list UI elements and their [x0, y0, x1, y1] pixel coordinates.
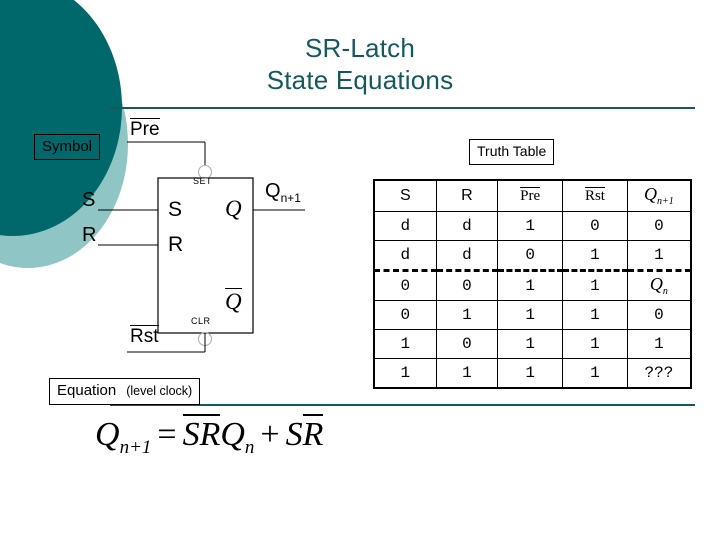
truth-table-caption-label: Truth Table	[477, 143, 547, 159]
header-cell-r: R	[435, 180, 499, 212]
state-equation: Qn+1 = SRQn + SR	[95, 414, 324, 459]
equation-lhs-subscript: n+1	[119, 436, 152, 458]
table-row: 1 0 1 1 1	[374, 329, 692, 359]
cell-pre: 0	[497, 240, 564, 272]
set-label-text: SET	[193, 176, 213, 186]
table-row: d d 0 1 1	[374, 240, 692, 272]
header-cell-rst: Rst	[562, 180, 628, 212]
cell-s: d	[374, 240, 437, 272]
cell-r: 0	[435, 329, 499, 359]
table-row: d d 1 0 0	[374, 211, 692, 241]
cell-qnext: 0	[626, 211, 692, 241]
symbol-caption-label: Symbol	[42, 138, 93, 155]
block-input-r-text: R	[168, 233, 184, 256]
external-output-q-subscript: n+1	[280, 191, 301, 205]
external-input-s-text: S	[82, 189, 96, 211]
equation-term2-s: S	[285, 416, 303, 453]
cell-r: d	[435, 240, 499, 272]
cell-s: 0	[374, 300, 437, 330]
cell-s: 1	[374, 358, 437, 388]
clr-label: CLR	[191, 316, 211, 326]
external-input-r-text: R	[82, 224, 97, 246]
table-row: 0 0 1 1 Qn	[374, 270, 692, 301]
page-title: SR-Latch State Equations	[0, 32, 720, 96]
cell-rst: 1	[562, 358, 628, 388]
cell-rst: 1	[562, 240, 628, 272]
table-header-row: S R Pre Rst Qn+1	[374, 180, 692, 212]
equation-term1-sbar: S	[182, 414, 200, 453]
header-rst-text: Rst	[584, 187, 605, 204]
equation-caption-label: Equation	[57, 382, 117, 399]
pre-label-text: Pre	[130, 118, 160, 140]
header-qnext-subscript: n+1	[657, 196, 674, 208]
cell-rst: 1	[562, 270, 628, 301]
sr-latch-symbol-diagram: Pre Rst SET CLR S R S R Q Q Qn+1	[82, 118, 350, 355]
header-cell-qnext: Qn+1	[626, 180, 692, 212]
truth-table-caption-box: Truth Table	[469, 139, 555, 165]
cell-s: 0	[374, 270, 437, 301]
header-pre-text: Pre	[520, 187, 541, 204]
cell-r: 1	[435, 358, 499, 388]
rst-label-text: Rst	[130, 325, 159, 347]
header-r-text: R	[461, 187, 473, 204]
external-input-r-label: R	[82, 224, 96, 247]
cell-qnext-text: Q	[649, 274, 663, 295]
cell-qnext: 0	[626, 300, 692, 330]
equation-equals: =	[157, 416, 177, 453]
title-line-2: State Equations	[266, 65, 454, 95]
clr-label-text: CLR	[191, 316, 211, 326]
symbol-caption-box: Symbol	[34, 134, 101, 160]
cell-s: d	[374, 211, 437, 241]
equation-term1-q: Q	[220, 416, 245, 453]
equation-caption-note: (level clock)	[126, 384, 193, 398]
equation-plus: +	[260, 416, 280, 453]
block-output-q-label: Q	[225, 196, 242, 222]
block-output-qbar-label: Q	[225, 288, 242, 315]
header-cell-s: S	[374, 180, 437, 212]
cell-r: 1	[435, 300, 499, 330]
table-row: 1 1 1 1 ???	[374, 358, 692, 388]
set-label: SET	[193, 176, 212, 186]
external-output-q-label: Qn+1	[265, 180, 301, 205]
equation-term1-q-subscript: n	[244, 436, 255, 458]
block-input-s-label: S	[168, 198, 182, 222]
block-input-s-text: S	[168, 198, 183, 221]
header-qnext-text: Q	[644, 184, 658, 205]
cell-pre: 1	[497, 270, 564, 301]
block-output-q-text: Q	[225, 196, 242, 221]
pre-label: Pre	[130, 118, 160, 141]
cell-rst: 1	[562, 329, 628, 359]
title-divider-rule	[110, 107, 695, 109]
cell-qnext: 1	[626, 240, 692, 272]
cell-pre: 1	[497, 300, 564, 330]
cell-qnext: ???	[626, 358, 692, 388]
latch-symbol-svg	[98, 141, 305, 353]
equation-term2-rbar: R	[302, 414, 324, 453]
cell-r: 0	[435, 270, 499, 301]
cell-qnext-subscript: n	[662, 286, 668, 298]
cell-qnext: 1	[626, 329, 692, 359]
external-output-q-text: Q	[265, 180, 281, 202]
cell-rst: 1	[562, 300, 628, 330]
table-row: 0 1 1 1 0	[374, 300, 692, 330]
equation-term1-rbar: R	[199, 414, 221, 453]
title-line-1: SR-Latch	[305, 33, 415, 63]
truth-table: S R Pre Rst Qn+1 d d 1 0 0 d d 0 1 1 0 0…	[373, 179, 692, 389]
header-s-text: S	[399, 187, 411, 204]
rst-label: Rst	[130, 325, 159, 348]
block-output-qbar-text: Q	[225, 288, 242, 314]
cell-rst: 0	[562, 211, 628, 241]
block-input-r-label: R	[168, 233, 183, 257]
truth-table-grid: S R Pre Rst Qn+1 d d 1 0 0 d d 0 1 1 0 0…	[373, 179, 692, 389]
cell-qnext: Qn	[626, 270, 692, 301]
cell-pre: 1	[497, 211, 564, 241]
equation-lhs: Q	[95, 416, 120, 453]
cell-pre: 1	[497, 358, 564, 388]
cell-pre: 1	[497, 329, 564, 359]
external-input-s-label: S	[82, 189, 95, 212]
cell-s: 1	[374, 329, 437, 359]
header-cell-pre: Pre	[497, 180, 564, 212]
cell-r: d	[435, 211, 499, 241]
equation-caption-box: Equation (level clock)	[49, 378, 201, 405]
